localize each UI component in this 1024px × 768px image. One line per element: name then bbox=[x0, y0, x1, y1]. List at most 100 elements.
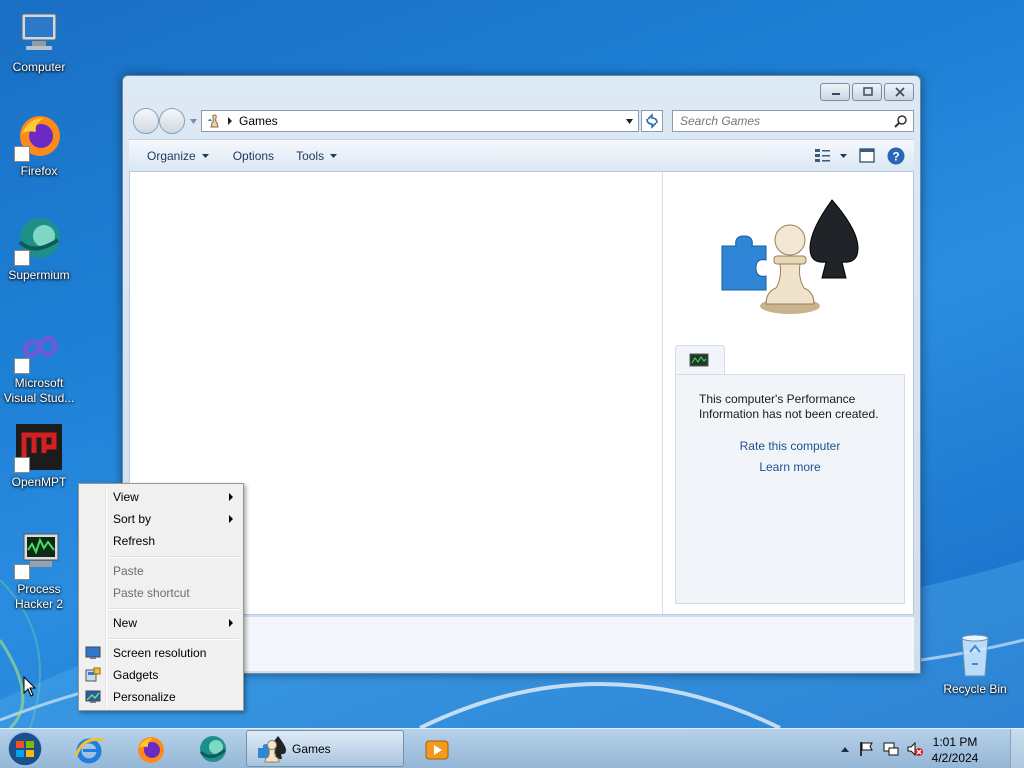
menu-item-label: Paste bbox=[113, 564, 144, 578]
menu-item-new[interactable]: New bbox=[81, 612, 241, 634]
desktop-icon-label: Recycle Bin bbox=[943, 682, 1007, 696]
desktop-icon-supermium[interactable]: Supermium bbox=[0, 216, 78, 283]
supermium-icon bbox=[14, 216, 64, 266]
task-label: Games bbox=[292, 742, 331, 756]
search-box[interactable] bbox=[672, 110, 914, 132]
gadgets-icon bbox=[85, 667, 101, 682]
desktop-icon-label: Computer bbox=[12, 60, 66, 74]
system-tray: 1:01 PM 4/2/2024 bbox=[834, 729, 1024, 768]
personalize-icon bbox=[85, 690, 101, 703]
show-desktop-button[interactable] bbox=[1010, 729, 1024, 768]
breadcrumb-games[interactable]: Games bbox=[239, 114, 278, 128]
menu-item-refresh[interactable]: Refresh bbox=[81, 530, 241, 552]
maximize-button[interactable] bbox=[852, 83, 882, 101]
desktop-icon-label: Microsoft bbox=[14, 376, 64, 390]
desktop-icon-openmpt[interactable]: OpenMPT bbox=[0, 423, 78, 490]
visual-studio-icon bbox=[14, 324, 64, 374]
help-icon[interactable]: ? bbox=[886, 146, 906, 166]
desktop-icon-label: Process bbox=[17, 582, 61, 596]
close-button[interactable] bbox=[884, 83, 914, 101]
process-hacker-icon bbox=[14, 530, 64, 580]
preview-pane-icon[interactable] bbox=[858, 147, 876, 165]
minimize-button[interactable] bbox=[820, 83, 850, 101]
desktop-icon-computer[interactable]: Computer bbox=[0, 8, 78, 75]
breadcrumb-arrow-icon[interactable] bbox=[227, 117, 233, 125]
preview-pane: This computer's Performance Information … bbox=[664, 172, 913, 614]
taskbar-supermium[interactable] bbox=[186, 731, 240, 767]
menu-item-label: Screen resolution bbox=[113, 646, 207, 660]
internet-explorer-icon bbox=[74, 737, 104, 764]
address-dropdown-icon[interactable] bbox=[625, 117, 634, 126]
rate-this-computer-link[interactable]: Rate this computer bbox=[676, 439, 904, 453]
supermium-icon bbox=[199, 736, 226, 762]
menu-item-view[interactable]: View bbox=[81, 486, 241, 508]
menu-item-gadgets[interactable]: Gadgets bbox=[81, 664, 241, 686]
mouse-cursor-icon bbox=[23, 676, 37, 697]
games-icon bbox=[258, 736, 286, 763]
menu-separator bbox=[109, 556, 239, 558]
desktop-icon-recycle-bin[interactable]: Recycle Bin bbox=[936, 630, 1014, 697]
options-label: Options bbox=[232, 148, 275, 163]
menu-separator bbox=[109, 608, 239, 610]
tools-menu[interactable]: Tools bbox=[286, 149, 347, 163]
menu-separator bbox=[109, 638, 239, 640]
clock-date: 4/2/2024 bbox=[931, 751, 979, 765]
taskbar-task-games[interactable]: Games bbox=[246, 730, 404, 767]
taskbar-internet-explorer[interactable] bbox=[62, 731, 116, 767]
menu-item-label: New bbox=[113, 616, 138, 630]
desktop-icon-process-hacker[interactable]: Process Hacker 2 bbox=[0, 530, 78, 612]
games-icon bbox=[208, 114, 219, 128]
performance-tab[interactable] bbox=[675, 345, 725, 375]
menu-item-label: Gadgets bbox=[113, 668, 159, 682]
svg-text:?: ? bbox=[892, 150, 899, 164]
refresh-icon bbox=[646, 113, 658, 129]
desktop-icon-visual-studio[interactable]: Microsoft Visual Stud... bbox=[0, 324, 78, 406]
firefox-icon bbox=[138, 737, 164, 763]
performance-panel: This computer's Performance Information … bbox=[675, 374, 905, 604]
search-input[interactable] bbox=[673, 111, 883, 131]
firefox-icon bbox=[14, 112, 64, 162]
recycle-bin-icon bbox=[950, 630, 1000, 680]
options-button[interactable]: Options bbox=[223, 149, 284, 163]
taskbar-firefox[interactable] bbox=[124, 731, 178, 767]
shortcut-arrow-icon bbox=[14, 564, 30, 580]
desktop-icon-firefox[interactable]: Firefox bbox=[0, 112, 78, 179]
refresh-button[interactable] bbox=[641, 110, 663, 132]
learn-more-link[interactable]: Learn more bbox=[676, 460, 904, 474]
back-button[interactable] bbox=[133, 108, 159, 134]
caption-buttons bbox=[820, 83, 914, 101]
search-icon[interactable] bbox=[894, 114, 908, 128]
organize-menu[interactable]: Organize bbox=[137, 149, 219, 163]
desktop-icon-label: OpenMPT bbox=[11, 475, 67, 489]
performance-message-line: This computer's Performance bbox=[699, 392, 856, 406]
menu-item-screen-resolution[interactable]: Screen resolution bbox=[81, 642, 241, 664]
organize-label: Organize bbox=[147, 148, 196, 163]
submenu-arrow-icon bbox=[229, 619, 233, 627]
menu-item-label: Sort by bbox=[113, 512, 152, 526]
show-hidden-icons-icon[interactable] bbox=[840, 745, 850, 753]
shortcut-arrow-icon bbox=[14, 457, 30, 473]
performance-message-line: Information has not been created. bbox=[699, 407, 879, 421]
start-button[interactable] bbox=[5, 730, 45, 768]
menu-item-label: Refresh bbox=[113, 534, 156, 548]
command-bar: Organize Options Tools ? bbox=[129, 139, 914, 171]
menu-item-paste-shortcut[interactable]: Paste shortcut bbox=[81, 582, 241, 604]
menu-item-label: Paste shortcut bbox=[113, 586, 190, 600]
address-bar[interactable]: Games bbox=[201, 110, 639, 132]
change-view-icon[interactable] bbox=[814, 147, 848, 165]
taskbar-clock[interactable]: 1:01 PM 4/2/2024 bbox=[920, 734, 990, 766]
menu-item-paste[interactable]: Paste bbox=[81, 560, 241, 582]
shortcut-arrow-icon bbox=[14, 358, 30, 374]
address-row: Games bbox=[131, 108, 914, 134]
recent-pages-dropdown-icon[interactable] bbox=[189, 117, 198, 126]
menu-item-personalize[interactable]: Personalize bbox=[81, 686, 241, 708]
taskbar-media-player[interactable] bbox=[410, 731, 464, 767]
action-center-flag-icon[interactable] bbox=[858, 740, 876, 758]
forward-button[interactable] bbox=[159, 108, 185, 134]
desktop-icon-label: Supermium bbox=[8, 268, 70, 282]
menu-item-sort-by[interactable]: Sort by bbox=[81, 508, 241, 530]
desktop-context-menu: View Sort by Refresh Paste Paste shortcu… bbox=[78, 483, 244, 711]
network-icon[interactable] bbox=[882, 740, 900, 758]
taskbar: Games 1:01 PM 4/2/2024 bbox=[0, 728, 1024, 768]
performance-monitor-icon bbox=[689, 353, 709, 367]
